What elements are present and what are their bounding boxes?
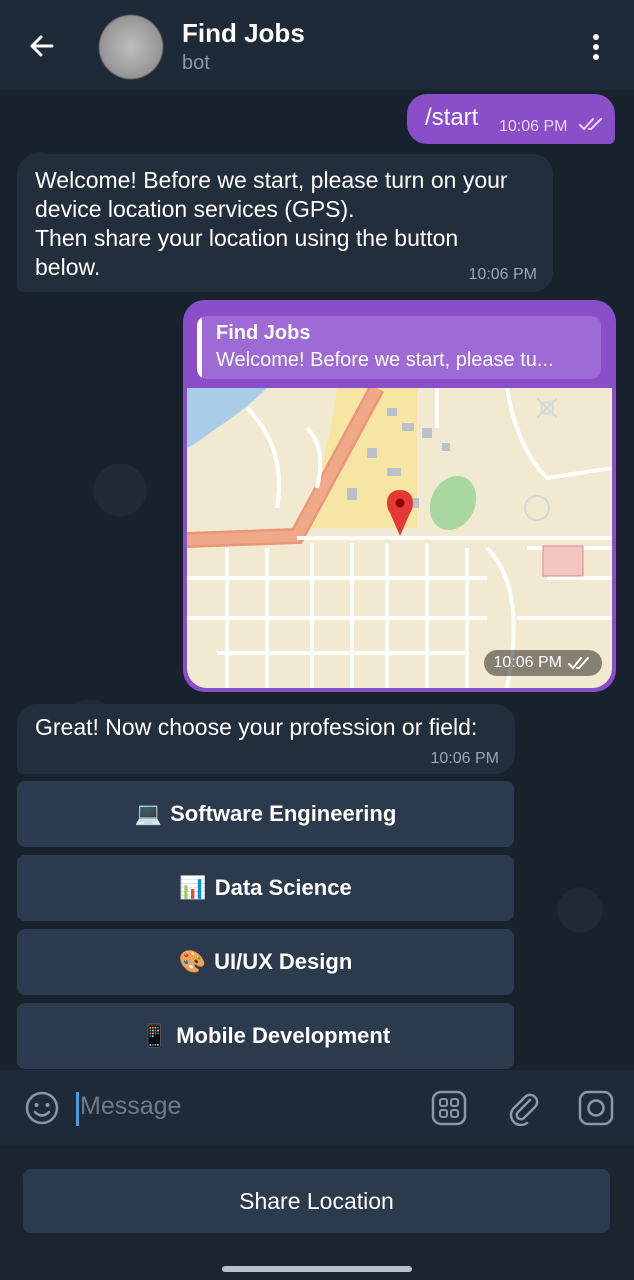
avatar[interactable] bbox=[99, 15, 163, 79]
palette-icon: 🎨 bbox=[178, 949, 207, 974]
button-label: UI/UX Design bbox=[214, 949, 353, 974]
inline-button-mobile-development[interactable]: 📱 Mobile Development bbox=[17, 1003, 514, 1069]
reply-bar bbox=[197, 316, 202, 379]
message-welcome[interactable]: Welcome! Before we start, please turn on… bbox=[17, 154, 553, 292]
phone-icon: 📱 bbox=[140, 1023, 169, 1048]
home-indicator[interactable] bbox=[222, 1266, 412, 1272]
inline-button-software-engineering[interactable]: 💻 Software Engineering bbox=[17, 781, 514, 847]
button-label: Software Engineering bbox=[170, 801, 397, 826]
message-line: Then share your location using the butto… bbox=[35, 225, 459, 251]
map-image bbox=[187, 388, 612, 688]
text-cursor bbox=[76, 1092, 79, 1126]
laptop-icon: 💻 bbox=[134, 801, 163, 826]
camera-icon[interactable] bbox=[577, 1089, 615, 1127]
reply-text: Welcome! Before we start, please tu... bbox=[216, 349, 554, 371]
message-time: 10:06 PM bbox=[499, 118, 568, 135]
message-text: Welcome! Before we start, please turn on… bbox=[35, 166, 545, 282]
map-timestamp: 10:06 PM bbox=[483, 650, 602, 676]
share-location-button[interactable]: Share Location bbox=[23, 1169, 610, 1233]
bar-chart-icon: 📊 bbox=[179, 875, 207, 900]
double-check-icon bbox=[579, 118, 602, 131]
bot-commands-icon[interactable] bbox=[430, 1089, 468, 1127]
reply-keyboard: Share Location bbox=[0, 1146, 634, 1280]
message-start[interactable]: /start 10:06 PM bbox=[407, 94, 615, 144]
message-location[interactable]: Find Jobs Welcome! Before we start, plea… bbox=[183, 300, 616, 692]
button-label: Mobile Development bbox=[176, 1023, 391, 1048]
message-input-bar: Message bbox=[0, 1070, 634, 1146]
reply-name: Find Jobs bbox=[216, 322, 311, 344]
message-text: Great! Now choose your profession or fie… bbox=[35, 714, 478, 740]
message-time: 10:06 PM bbox=[468, 266, 537, 283]
chat-title[interactable]: Find Jobs bbox=[182, 18, 305, 49]
message-input[interactable]: Message bbox=[80, 1092, 181, 1121]
message-great[interactable]: Great! Now choose your profession or fie… bbox=[17, 704, 515, 774]
more-vert-icon[interactable] bbox=[584, 30, 608, 64]
inline-button-uiux-design[interactable]: 🎨 UI/UX Design bbox=[17, 929, 514, 995]
message-time: 10:06 PM bbox=[430, 750, 499, 767]
back-arrow-icon[interactable] bbox=[26, 30, 58, 62]
message-text: /start bbox=[425, 104, 479, 131]
message-line: device location services (GPS). bbox=[35, 196, 355, 222]
chat-header: Find Jobs bot bbox=[0, 0, 634, 90]
button-label: Data Science bbox=[214, 875, 352, 900]
message-time: 10:06 PM bbox=[493, 654, 562, 671]
double-check-icon bbox=[568, 657, 589, 670]
location-map[interactable]: 10:06 PM bbox=[187, 388, 612, 688]
reply-preview[interactable]: Find Jobs Welcome! Before we start, plea… bbox=[197, 316, 601, 379]
chat-subtitle: bot bbox=[182, 52, 210, 74]
emoji-icon[interactable] bbox=[23, 1089, 61, 1127]
inline-button-data-science[interactable]: 📊 Data Science bbox=[17, 855, 514, 921]
attach-icon[interactable] bbox=[504, 1088, 542, 1126]
message-line: Welcome! Before we start, please turn on… bbox=[35, 167, 508, 193]
